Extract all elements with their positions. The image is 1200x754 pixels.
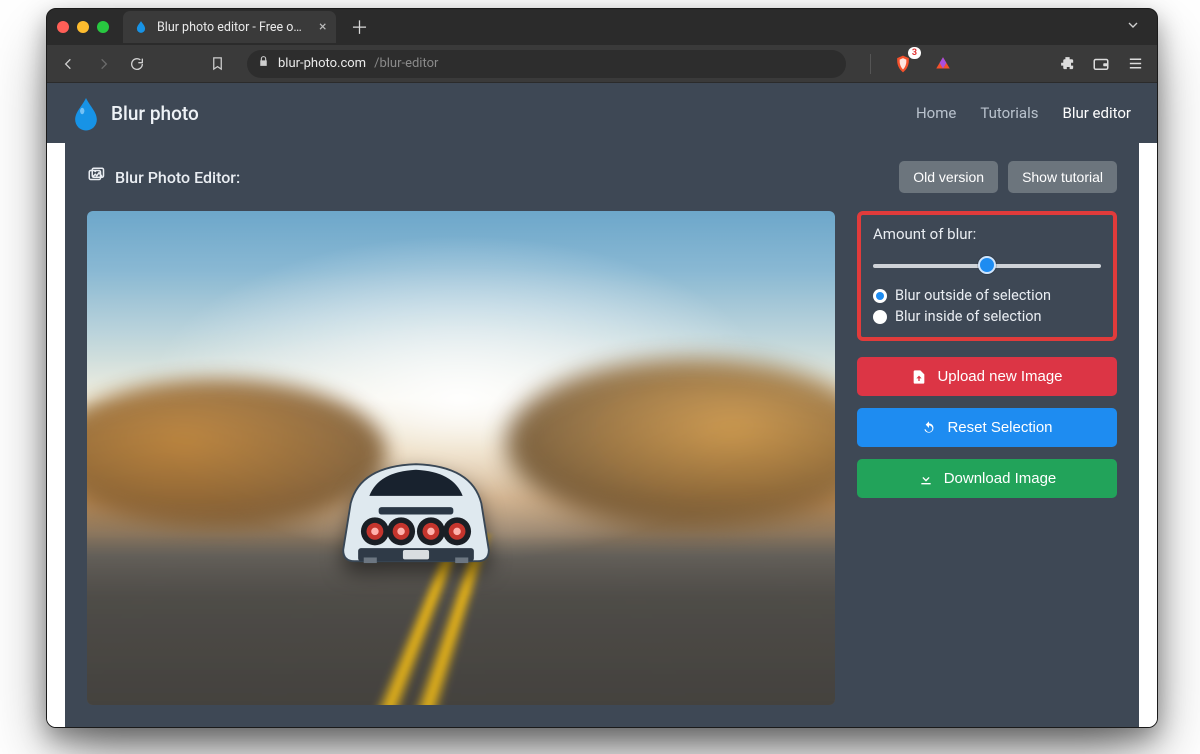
panel-header: Blur Photo Editor: Old version Show tuto…: [87, 161, 1117, 193]
lock-icon: [257, 55, 270, 72]
editor-panel: Blur Photo Editor: Old version Show tuto…: [65, 143, 1139, 727]
blur-amount-slider[interactable]: [873, 255, 1101, 275]
url-domain: blur-photo.com: [278, 56, 366, 71]
amount-of-blur-label: Amount of blur:: [873, 225, 1101, 243]
image-canvas[interactable]: [87, 211, 835, 705]
canvas-subject: [316, 438, 516, 578]
bookmark-button[interactable]: [205, 52, 229, 76]
blur-controls-highlight: Amount of blur: Blur outside of selectio…: [857, 211, 1117, 341]
tab-strip: Blur photo editor - Free online t × ＋: [47, 9, 1157, 45]
rewards-button[interactable]: [931, 52, 955, 76]
browser-toolbar: blur-photo.com/blur-editor 3: [47, 45, 1157, 83]
brave-shields-button[interactable]: 3: [893, 53, 913, 75]
slider-thumb[interactable]: [978, 256, 996, 274]
brand-name: Blur photo: [111, 102, 199, 125]
radio-outside-label: Blur outside of selection: [895, 287, 1051, 304]
browser-window: Blur photo editor - Free online t × ＋ bl…: [46, 8, 1158, 728]
nav-home[interactable]: Home: [916, 104, 956, 122]
site-header: Blur photo Home Tutorials Blur editor: [47, 83, 1157, 143]
window-close-button[interactable]: [57, 21, 69, 33]
window-minimize-button[interactable]: [77, 21, 89, 33]
panel-title: Blur Photo Editor:: [87, 166, 240, 188]
controls-sidebar: Amount of blur: Blur outside of selectio…: [857, 211, 1117, 705]
radio-inside-label: Blur inside of selection: [895, 308, 1042, 325]
wallet-button[interactable]: [1089, 52, 1113, 76]
canvas-decoration: [506, 359, 835, 527]
tab-favicon: [133, 19, 149, 35]
logo-drop-icon: [73, 98, 99, 128]
radio-indicator: [873, 289, 887, 303]
app-menu-button[interactable]: [1123, 52, 1147, 76]
tabs-menu-button[interactable]: [1119, 13, 1147, 41]
nav-tutorials[interactable]: Tutorials: [980, 104, 1038, 122]
toolbar-separator: [870, 54, 871, 74]
tab-title: Blur photo editor - Free online t: [157, 20, 307, 35]
page-wrap: Blur Photo Editor: Old version Show tuto…: [47, 143, 1157, 727]
nav-links: Home Tutorials Blur editor: [916, 104, 1131, 122]
download-icon: [918, 471, 934, 487]
shields-count-badge: 3: [908, 47, 921, 59]
window-controls: [57, 21, 109, 33]
reset-button-label: Reset Selection: [947, 419, 1052, 436]
window-maximize-button[interactable]: [97, 21, 109, 33]
download-image-button[interactable]: Download Image: [857, 459, 1117, 498]
upload-image-button[interactable]: Upload new Image: [857, 357, 1117, 396]
browser-tab[interactable]: Blur photo editor - Free online t ×: [123, 11, 336, 43]
nav-back-button[interactable]: [57, 52, 81, 76]
new-tab-button[interactable]: ＋: [346, 14, 372, 40]
refresh-icon: [921, 420, 937, 436]
upload-button-label: Upload new Image: [937, 368, 1062, 385]
file-upload-icon: [911, 369, 927, 385]
download-button-label: Download Image: [944, 470, 1057, 487]
panel-body: Amount of blur: Blur outside of selectio…: [87, 211, 1117, 705]
panel-title-text: Blur Photo Editor:: [115, 168, 240, 187]
tab-close-icon[interactable]: ×: [319, 19, 326, 35]
show-tutorial-button[interactable]: Show tutorial: [1008, 161, 1117, 193]
page-viewport: Blur photo Home Tutorials Blur editor Bl…: [47, 83, 1157, 727]
nav-forward-button[interactable]: [91, 52, 115, 76]
radio-blur-outside[interactable]: Blur outside of selection: [873, 287, 1101, 304]
reset-selection-button[interactable]: Reset Selection: [857, 408, 1117, 447]
nav-blur-editor[interactable]: Blur editor: [1062, 104, 1131, 122]
radio-blur-inside[interactable]: Blur inside of selection: [873, 308, 1101, 325]
site-logo[interactable]: Blur photo: [73, 98, 199, 128]
nav-reload-button[interactable]: [125, 52, 149, 76]
extensions-button[interactable]: [1055, 52, 1079, 76]
panel-actions: Old version Show tutorial: [899, 161, 1117, 193]
address-bar[interactable]: blur-photo.com/blur-editor: [247, 50, 846, 78]
url-path: /blur-editor: [374, 56, 438, 71]
radio-indicator: [873, 310, 887, 324]
old-version-button[interactable]: Old version: [899, 161, 998, 193]
images-icon: [87, 166, 105, 188]
